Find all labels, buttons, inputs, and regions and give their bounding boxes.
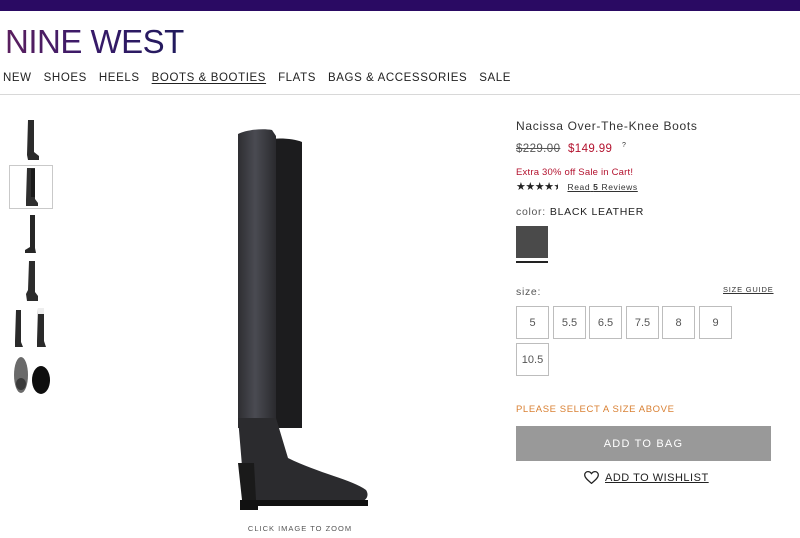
brand-logo[interactable]: NINE WEST bbox=[5, 24, 184, 60]
nav-item-bags-accessories[interactable]: BAGS & ACCESSORIES bbox=[328, 71, 467, 85]
boot-thumbnail-image bbox=[25, 215, 36, 253]
size-option-10-5[interactable]: 10.5 bbox=[516, 343, 549, 376]
size-option-6-5[interactable]: 6.5 bbox=[589, 306, 622, 339]
wishlist-label: ADD TO WISHLIST bbox=[605, 471, 709, 484]
boot-thumbnail-image bbox=[27, 120, 39, 160]
nav-item-flats[interactable]: FLATS bbox=[278, 71, 316, 85]
reviews-count: 5 bbox=[593, 181, 599, 192]
original-price: $229.00 bbox=[516, 143, 561, 155]
thumbnail-boot-pair[interactable] bbox=[9, 306, 53, 350]
promo-message: Extra 30% off Sale in Cart! bbox=[516, 167, 634, 178]
thumbnail-boot-other-side[interactable] bbox=[9, 212, 53, 256]
thumbnail-boot-front[interactable] bbox=[9, 165, 53, 209]
size-option-9[interactable]: 9 bbox=[699, 306, 732, 339]
zoom-hint: CLICK IMAGE TO ZOOM bbox=[247, 524, 353, 533]
reviews-prefix: Read bbox=[567, 181, 591, 192]
nav-item-heels[interactable]: HEELS bbox=[99, 71, 140, 85]
color-value: BLACK LEATHER bbox=[549, 206, 644, 218]
size-option-5-5[interactable]: 5.5 bbox=[553, 306, 586, 339]
rating-row: ★★★★★ Read 5 Reviews bbox=[516, 180, 638, 193]
boot-thumbnail-image bbox=[26, 168, 38, 206]
add-to-bag-button[interactable]: ADD TO BAG bbox=[516, 426, 771, 461]
swatch-selected-indicator bbox=[516, 261, 548, 263]
main-product-image[interactable] bbox=[228, 128, 378, 512]
reviews-suffix: Reviews bbox=[601, 181, 638, 192]
color-label: color: bbox=[516, 206, 546, 218]
add-to-wishlist-link[interactable]: ADD TO WISHLIST bbox=[584, 471, 709, 484]
price-help-icon[interactable]: ? bbox=[622, 142, 626, 149]
size-option-7-5[interactable]: 7.5 bbox=[626, 306, 659, 339]
price-row: $229.00 $149.99 ? bbox=[516, 142, 626, 155]
header-divider bbox=[0, 94, 800, 95]
sale-price: $149.99 bbox=[567, 143, 613, 155]
size-warning: PLEASE SELECT A SIZE ABOVE bbox=[516, 404, 675, 415]
nav-item-shoes[interactable]: SHOES bbox=[44, 71, 87, 85]
boot-thumbnail-image bbox=[14, 357, 50, 394]
nav-item-new[interactable]: NEW bbox=[3, 71, 32, 85]
size-label: size: bbox=[516, 286, 542, 298]
size-option-8[interactable]: 8 bbox=[662, 306, 695, 339]
main-nav: NEW SHOES HEELS BOOTS & BOOTIES FLATS BA… bbox=[3, 71, 523, 85]
product-title: Nacissa Over-The-Knee Boots bbox=[516, 119, 698, 133]
nav-item-sale[interactable]: SALE bbox=[479, 71, 511, 85]
color-row: color: BLACK LEATHER bbox=[516, 206, 644, 218]
size-guide-link[interactable]: SIZE GUIDE bbox=[723, 285, 774, 294]
nav-item-boots-booties[interactable]: BOOTS & BOOTIES bbox=[152, 71, 266, 85]
thumbnail-boot-sole[interactable] bbox=[9, 353, 53, 397]
top-brand-bar bbox=[0, 0, 800, 11]
color-swatch-black-leather[interactable] bbox=[516, 226, 548, 258]
thumbnail-boot-three-quarter[interactable] bbox=[9, 259, 53, 303]
thumbnail-boot-side[interactable] bbox=[9, 118, 53, 162]
star-rating-icon: ★★★★★ bbox=[516, 181, 559, 193]
heart-icon bbox=[584, 471, 599, 484]
size-option-5[interactable]: 5 bbox=[516, 306, 549, 339]
boot-thumbnail-image bbox=[15, 308, 46, 347]
read-reviews-link[interactable]: Read 5 Reviews bbox=[567, 182, 637, 192]
boot-thumbnail-image bbox=[26, 261, 38, 301]
